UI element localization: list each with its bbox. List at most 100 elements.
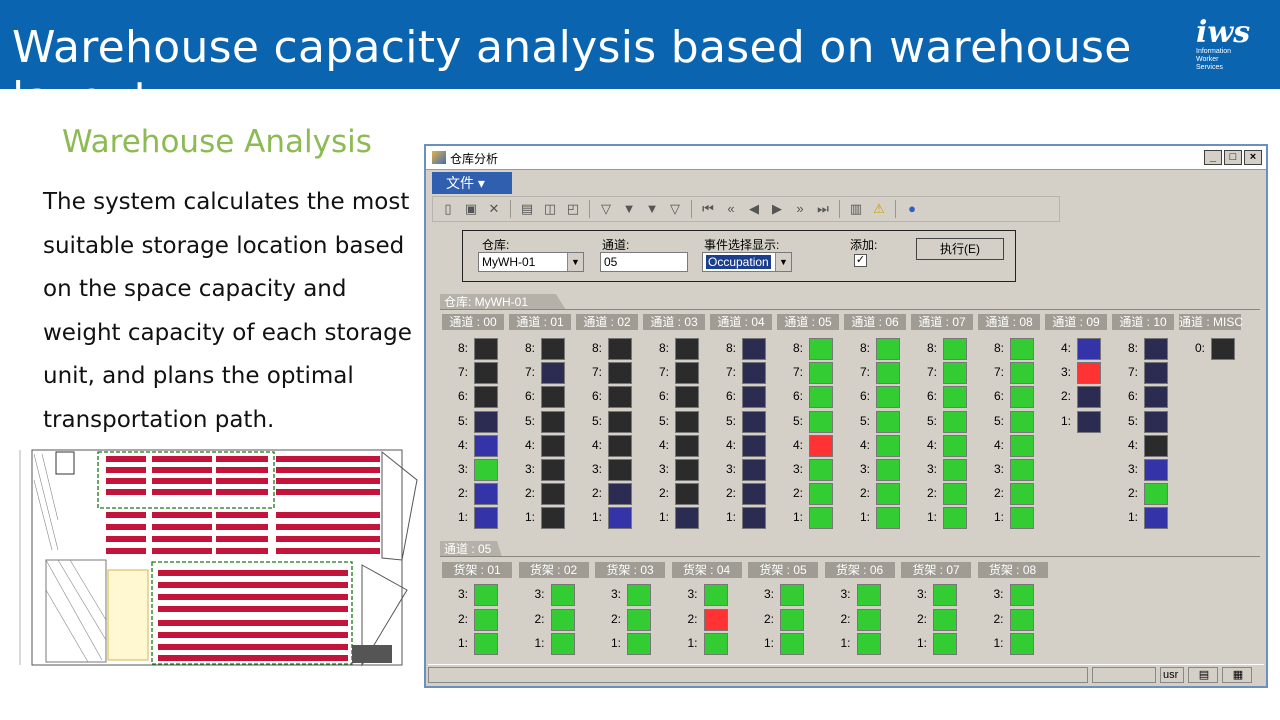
storage-cell[interactable]: 6:	[643, 386, 703, 409]
aisle-header[interactable]: 通道 : 04	[710, 314, 772, 330]
rack-header[interactable]: 货架 : 05	[748, 562, 818, 578]
storage-cell[interactable]: 1:	[576, 507, 636, 530]
prev-record-icon[interactable]: ◀	[745, 200, 763, 218]
occupancy-indicator[interactable]	[608, 410, 632, 433]
occupancy-indicator[interactable]	[474, 507, 498, 530]
filter-clear-icon[interactable]: ▽	[666, 200, 684, 218]
occupancy-indicator[interactable]	[608, 459, 632, 481]
storage-cell[interactable]: 4:	[576, 434, 636, 457]
storage-cell[interactable]: 1:	[844, 507, 904, 530]
aisle-header[interactable]: 通道 : 10	[1112, 314, 1174, 330]
occupancy-indicator[interactable]	[876, 362, 900, 385]
occupancy-indicator[interactable]	[1144, 410, 1168, 433]
occupancy-indicator[interactable]	[1010, 483, 1034, 506]
occupancy-indicator[interactable]	[1077, 338, 1101, 360]
storage-cell[interactable]: 5:	[710, 410, 770, 433]
occupancy-indicator[interactable]	[474, 362, 498, 385]
occupancy-indicator[interactable]	[1077, 362, 1101, 385]
warehouse-select[interactable]: MyWH-01 ▼	[478, 252, 584, 272]
print-icon[interactable]: ▤	[518, 200, 536, 218]
storage-cell[interactable]: 3:	[748, 584, 808, 606]
occupancy-indicator[interactable]	[1010, 386, 1034, 409]
occupancy-indicator[interactable]	[943, 507, 967, 530]
occupancy-indicator[interactable]	[933, 584, 957, 606]
occupancy-indicator[interactable]	[943, 434, 967, 457]
occupancy-indicator[interactable]	[876, 410, 900, 433]
occupancy-indicator[interactable]	[550, 633, 575, 655]
storage-cell[interactable]: 4:	[710, 434, 770, 457]
occupancy-indicator[interactable]	[675, 507, 699, 530]
occupancy-indicator[interactable]	[933, 633, 957, 655]
occupancy-indicator[interactable]	[608, 338, 632, 360]
storage-cell[interactable]: 3:	[643, 459, 703, 481]
occupancy-indicator[interactable]	[550, 608, 575, 631]
occupancy-indicator[interactable]	[742, 459, 766, 481]
occupancy-indicator[interactable]	[742, 410, 766, 433]
storage-cell[interactable]: 7:	[643, 362, 703, 385]
occupancy-indicator[interactable]	[1144, 459, 1168, 481]
occupancy-indicator[interactable]	[474, 386, 498, 409]
help-icon[interactable]: ●	[903, 200, 921, 218]
occupancy-indicator[interactable]	[809, 386, 833, 409]
occupancy-indicator[interactable]	[856, 608, 881, 631]
aisle-header[interactable]: 通道 : 02	[576, 314, 638, 330]
occupancy-indicator[interactable]	[1009, 608, 1034, 631]
delete-icon[interactable]: ✕	[485, 200, 503, 218]
event-select[interactable]: Occupation ▼	[702, 252, 792, 272]
storage-cell[interactable]: 5:	[643, 410, 703, 433]
storage-cell[interactable]: 7:	[978, 362, 1038, 385]
occupancy-indicator[interactable]	[608, 386, 632, 409]
occupancy-indicator[interactable]	[943, 483, 967, 506]
storage-cell[interactable]: 2:	[643, 483, 703, 506]
occupancy-indicator[interactable]	[780, 633, 804, 655]
occupancy-indicator[interactable]	[608, 507, 632, 530]
storage-cell[interactable]: 2:	[748, 608, 808, 631]
filter-edit-icon[interactable]: ▼	[643, 200, 661, 218]
storage-cell[interactable]: 6:	[844, 386, 904, 409]
occupancy-indicator[interactable]	[675, 434, 699, 457]
occupancy-indicator[interactable]	[474, 410, 498, 433]
alert-icon[interactable]: ⚠	[870, 200, 888, 218]
occupancy-indicator[interactable]	[1010, 507, 1034, 530]
chevron-down-icon[interactable]: ▼	[567, 253, 583, 271]
occupancy-indicator[interactable]	[809, 434, 833, 457]
occupancy-indicator[interactable]	[541, 507, 565, 530]
occupancy-indicator[interactable]	[876, 459, 900, 481]
storage-cell[interactable]: 6:	[777, 386, 837, 409]
execute-button[interactable]: 执行(E)	[916, 238, 1004, 260]
filter-icon[interactable]: ▽	[597, 200, 615, 218]
storage-cell[interactable]: 3:	[672, 584, 732, 606]
storage-cell[interactable]: 3:	[442, 584, 502, 606]
storage-cell[interactable]: 8:	[442, 338, 502, 360]
occupancy-indicator[interactable]	[943, 338, 967, 360]
occupancy-indicator[interactable]	[933, 608, 957, 631]
rack-header[interactable]: 货架 : 03	[595, 562, 665, 578]
occupancy-indicator[interactable]	[742, 362, 766, 385]
filter-add-icon[interactable]: ▼	[620, 200, 638, 218]
occupancy-indicator[interactable]	[1144, 483, 1168, 506]
occupancy-indicator[interactable]	[780, 608, 804, 631]
storage-cell[interactable]: 6:	[911, 386, 971, 409]
occupancy-indicator[interactable]	[627, 633, 651, 655]
storage-cell[interactable]: 3:	[576, 459, 636, 481]
occupancy-indicator[interactable]	[474, 459, 498, 481]
occupancy-indicator[interactable]	[856, 633, 881, 655]
storage-cell[interactable]: 4:	[978, 434, 1038, 457]
occupancy-indicator[interactable]	[608, 434, 632, 457]
storage-cell[interactable]: 8:	[576, 338, 636, 360]
aisle-header[interactable]: 通道 : 03	[643, 314, 705, 330]
storage-cell[interactable]: 7:	[777, 362, 837, 385]
preview-icon[interactable]: ◫	[541, 200, 559, 218]
file-menu[interactable]: 文件 ▾	[432, 172, 512, 194]
storage-cell[interactable]: 1:	[1045, 410, 1105, 433]
occupancy-indicator[interactable]	[1211, 338, 1235, 360]
storage-cell[interactable]: 2:	[911, 483, 971, 506]
storage-cell[interactable]: 8:	[1112, 338, 1172, 360]
occupancy-indicator[interactable]	[1077, 410, 1101, 433]
storage-cell[interactable]: 1:	[710, 507, 770, 530]
storage-cell[interactable]: 2:	[777, 483, 837, 506]
occupancy-indicator[interactable]	[809, 507, 833, 530]
clipboard-icon[interactable]: ▥	[847, 200, 865, 218]
storage-cell[interactable]: 1:	[442, 633, 502, 655]
storage-cell[interactable]: 5:	[844, 410, 904, 433]
